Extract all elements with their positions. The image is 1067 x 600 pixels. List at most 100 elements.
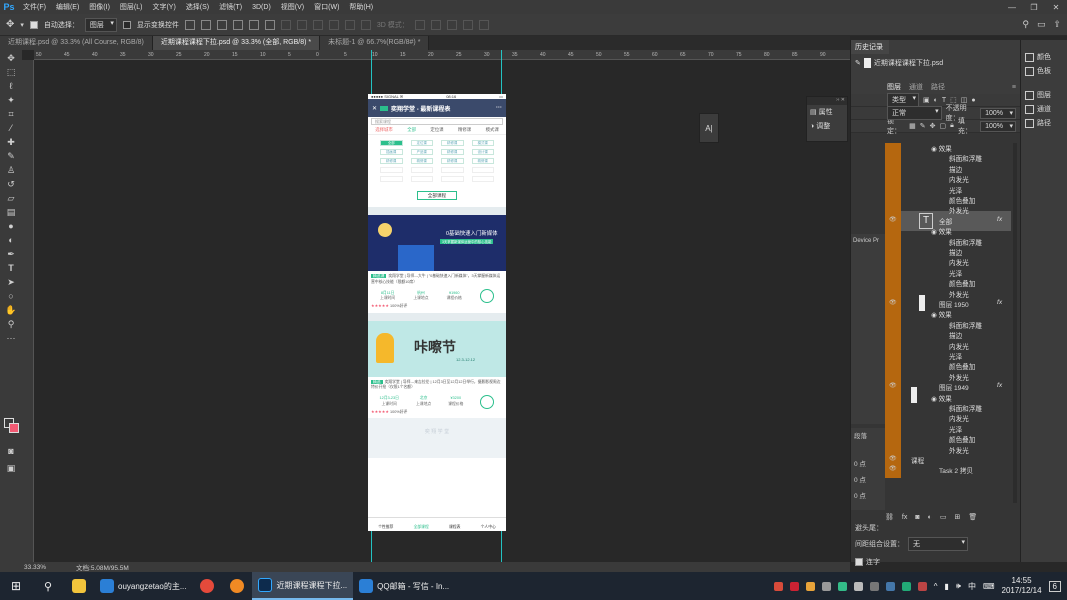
menu-filter[interactable]: 滤镜(T) bbox=[214, 2, 247, 12]
visibility-eye-icon[interactable]: 👁︎ bbox=[889, 465, 897, 472]
new-layer-icon[interactable]: ⊞ bbox=[954, 513, 960, 521]
close-button[interactable]: ✕ bbox=[1045, 3, 1067, 12]
layer-filter-dropdown[interactable]: 类型 bbox=[887, 93, 919, 107]
tray-app-icon[interactable] bbox=[821, 581, 831, 591]
show-hidden-icons[interactable]: ^ bbox=[934, 582, 938, 591]
mojikumi-dropdown[interactable]: 无 bbox=[908, 537, 968, 551]
layers-scrollbar[interactable] bbox=[1013, 143, 1017, 503]
menu-layer[interactable]: 图层(L) bbox=[115, 2, 148, 12]
filter-pixel-icon[interactable]: ▣ bbox=[923, 96, 930, 104]
paragraph-panel[interactable]: 段落 0 点 0 点 0 点 bbox=[851, 428, 885, 510]
3d-rotate-icon[interactable] bbox=[414, 19, 425, 30]
align-top-icon[interactable] bbox=[184, 19, 195, 30]
tab-layers[interactable]: 图层 bbox=[887, 82, 901, 92]
layer-effects-icon[interactable]: fx bbox=[997, 216, 1002, 223]
taskbar-qqmail-window[interactable]: QQ邮箱 - 写信 - In... bbox=[353, 572, 455, 600]
hand-tool-icon[interactable]: ✋ bbox=[4, 304, 18, 316]
panel-menu-icon[interactable]: ≡ bbox=[1012, 84, 1020, 91]
magic-wand-tool-icon[interactable]: ✦ bbox=[4, 94, 18, 106]
screen-mode-icon[interactable]: ▣ bbox=[4, 462, 18, 474]
color-panel-button[interactable]: 颜色 bbox=[1021, 50, 1067, 64]
fill-input[interactable]: 100% bbox=[980, 120, 1016, 132]
align-bottom-icon[interactable] bbox=[216, 19, 227, 30]
auto-select-checkbox[interactable] bbox=[29, 20, 38, 29]
ruler-top[interactable]: 50 45 40 35 30 25 20 15 10 5 0 5 10 15 20 25 30 35 40 45 50 5… bbox=[34, 50, 850, 60]
history-title[interactable]: 历史记录 bbox=[851, 40, 889, 54]
menu-edit[interactable]: 编辑(E) bbox=[51, 2, 84, 12]
tab-paths[interactable]: 路径 bbox=[931, 82, 945, 92]
blur-tool-icon[interactable]: ● bbox=[4, 220, 18, 232]
background-color-swatch[interactable] bbox=[9, 423, 19, 433]
move-tool-icon[interactable]: ✥ bbox=[6, 19, 14, 30]
search-icon[interactable]: ⚲ bbox=[1022, 19, 1029, 30]
tab-document-2[interactable]: 近期课程课程下拉.psd @ 33.3% (全部, RGB/8) * bbox=[152, 36, 321, 50]
visibility-eye-icon[interactable]: 👁︎ bbox=[889, 455, 897, 462]
taskbar-edge-window[interactable]: ouyangzetao的主... bbox=[94, 572, 192, 600]
volume-icon[interactable]: 🕪︎ bbox=[956, 581, 961, 591]
lock-image-icon[interactable]: ✎ bbox=[920, 122, 926, 130]
show-transform-checkbox[interactable] bbox=[122, 20, 131, 29]
tray-app-icon[interactable] bbox=[885, 581, 895, 591]
zoom-level[interactable]: 33.33% bbox=[24, 564, 46, 571]
tool-preset-dropdown[interactable]: ▾ bbox=[20, 21, 24, 29]
eraser-tool-icon[interactable]: ▱ bbox=[4, 192, 18, 204]
lock-all-icon[interactable]: 🔒︎ bbox=[950, 122, 954, 130]
layer-row[interactable]: 描边 bbox=[851, 164, 1011, 174]
pen-tool-icon[interactable]: ✒ bbox=[4, 248, 18, 260]
layer-effects-icon[interactable]: fx bbox=[997, 299, 1002, 306]
layer-row[interactable]: 斜面和浮雕 bbox=[851, 153, 1011, 163]
text-tool-button[interactable]: A| bbox=[700, 124, 718, 133]
visibility-eye-icon[interactable]: 👁︎ bbox=[889, 216, 897, 223]
distribute-right-icon[interactable] bbox=[360, 19, 371, 30]
3d-scale-icon[interactable] bbox=[478, 19, 489, 30]
ime-indicator[interactable]: 中 bbox=[968, 581, 976, 592]
tray-app-icon[interactable] bbox=[789, 581, 799, 591]
distribute-hcenter-icon[interactable] bbox=[344, 19, 355, 30]
menu-window[interactable]: 窗口(W) bbox=[309, 2, 344, 12]
distribute-bottom-icon[interactable] bbox=[312, 19, 323, 30]
keyboard-icon[interactable]: ⌨︎ bbox=[983, 582, 995, 591]
more-tools-icon[interactable]: ··· bbox=[4, 332, 18, 344]
marquee-tool-icon[interactable]: ⬚ bbox=[4, 66, 18, 78]
clone-stamp-tool-icon[interactable]: ♙ bbox=[4, 164, 18, 176]
align-left-icon[interactable] bbox=[232, 19, 243, 30]
menu-image[interactable]: 图像(I) bbox=[84, 2, 115, 12]
visibility-eye-icon[interactable]: 👁︎ bbox=[889, 299, 897, 306]
blend-mode-dropdown[interactable]: 正常 bbox=[887, 106, 942, 120]
share-icon[interactable]: ⇪ bbox=[1053, 19, 1061, 30]
tray-app-icon[interactable] bbox=[805, 581, 815, 591]
history-brush-tool-icon[interactable]: ↺ bbox=[4, 178, 18, 190]
ruler-left[interactable] bbox=[22, 60, 34, 562]
link-layers-icon[interactable]: ⛓ bbox=[885, 513, 894, 521]
channels-panel-button[interactable]: 通道 bbox=[1021, 102, 1067, 116]
3d-pan-icon[interactable] bbox=[446, 19, 457, 30]
menu-select[interactable]: 选择(S) bbox=[181, 2, 214, 12]
filter-adjust-icon[interactable]: ◐ bbox=[934, 97, 938, 104]
clock[interactable]: 14:55 2017/12/14 bbox=[1002, 576, 1042, 596]
start-button[interactable]: ⊞ bbox=[0, 572, 32, 600]
quick-mask-icon[interactable]: ◙ bbox=[4, 445, 18, 457]
tray-app-icon[interactable] bbox=[773, 581, 783, 591]
properties-button[interactable]: ▤ 属性 bbox=[807, 105, 847, 119]
layer-effects-icon[interactable]: fx bbox=[997, 382, 1002, 389]
type-tool-icon[interactable]: T bbox=[4, 262, 18, 274]
lock-artboard-icon[interactable]: ▢ bbox=[940, 122, 947, 130]
brush-tool-icon[interactable]: ✎ bbox=[4, 150, 18, 162]
opacity-input[interactable]: 100% bbox=[980, 107, 1016, 119]
add-mask-icon[interactable]: ◙ bbox=[915, 514, 919, 521]
layer-row[interactable]: 光泽 bbox=[851, 185, 1011, 195]
move-tool-icon[interactable]: ✥ bbox=[4, 52, 18, 64]
lock-transparent-icon[interactable]: ▦ bbox=[909, 122, 916, 130]
zoom-tool-icon[interactable]: ⚲ bbox=[4, 318, 18, 330]
menu-view[interactable]: 视图(V) bbox=[276, 2, 309, 12]
maximize-button[interactable]: ❐ bbox=[1023, 3, 1045, 12]
tray-app-icon[interactable] bbox=[917, 581, 927, 591]
layer-row[interactable]: ◉ 效果 bbox=[851, 143, 1011, 153]
notification-badge[interactable]: 6 bbox=[1048, 580, 1061, 592]
firefox-icon[interactable] bbox=[222, 572, 252, 600]
layer-row[interactable]: 颜色叠加 bbox=[851, 195, 1011, 205]
distribute-top-icon[interactable] bbox=[280, 19, 291, 30]
minimize-button[interactable]: — bbox=[1001, 3, 1023, 12]
new-group-icon[interactable]: ▭ bbox=[940, 513, 947, 521]
distribute-vcenter-icon[interactable] bbox=[296, 19, 307, 30]
